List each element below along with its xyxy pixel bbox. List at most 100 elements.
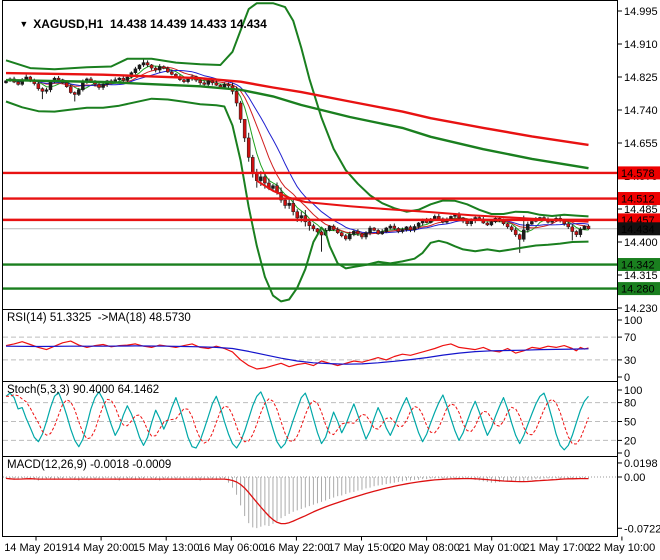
candle-body [510,227,513,230]
candle-body [77,90,80,95]
level-price-badge: 14.512 [618,192,660,206]
rsi-tick-label: 0 [624,372,630,384]
candle-body [207,81,210,84]
price-tick-label: 14.740 [624,105,658,117]
time-tick-label: 14 May 20:00 [68,542,135,554]
candle-body [45,90,48,92]
candle-body [122,78,125,80]
rsi-tick-label: 100 [624,315,642,327]
candle-body [57,78,60,80]
candle-body [417,223,420,226]
candle-body [162,67,165,69]
time-tick-label: 15 May 13:00 [133,542,200,554]
candle-body [49,81,52,90]
symbol-label: XAGUSD,H1 [33,17,103,31]
candle-body [567,224,570,227]
candle-body [154,68,157,70]
candle-body [587,226,590,229]
candle-body [571,227,574,232]
macd-indicator-label: MACD(12,26,9) -0.0018 -0.0009 [7,459,171,471]
candle-body [150,65,153,68]
rsi-tick-label: 30 [624,355,636,367]
candle-body [69,87,72,93]
price-tick-label: 14.230 [624,303,658,315]
candle-body [397,228,400,231]
candle-body [356,231,359,234]
price-tick-label: 14.995 [624,6,658,18]
candle-body [575,232,578,235]
candle-body [377,230,380,233]
ohlc-label: 14.438 14.439 14.433 14.434 [110,17,267,31]
price-badge-label: 14.342 [621,260,655,272]
candle-body [579,229,582,234]
time-tick-label: 14 May 2019 [4,542,68,554]
time-tick-label: 16 May 06:00 [198,542,265,554]
candle-body [437,216,440,218]
candle-body [336,230,339,233]
level-price-badge: 14.342 [618,258,660,272]
candle-body [486,223,489,225]
candle-body [118,78,121,80]
candle-body [187,79,190,82]
macd-tick-label: 0.00 [624,472,645,484]
stoch-tick-label: 50 [624,417,636,429]
time-tick-label: 17 May 15:00 [328,542,395,554]
candle-body [215,83,218,85]
candle-body [381,232,384,234]
candle-body [65,83,68,87]
candle-body [502,221,505,224]
macd-tick-label: 0.0198 [624,458,658,470]
stoch-tick-label: 20 [624,435,636,447]
candle-body [138,65,141,69]
candle-body [340,233,343,236]
stoch-indicator-label: Stoch(5,3,3) 90.4000 64.1462 [7,384,159,396]
candle-body [182,80,185,82]
candle-body [146,63,149,65]
candle-body [223,84,226,87]
chart-window: 14.99514.91014.82514.74014.65514.57014.4… [0,0,660,560]
candle-body [360,234,363,237]
candle-body [332,226,335,229]
candle-body [263,177,266,183]
candle-body [466,221,469,224]
candle-body [373,228,376,230]
price-badge-label: 14.280 [621,284,655,296]
candle-body [514,230,517,235]
candle-body [352,231,355,234]
chart-canvas[interactable]: 14.99514.91014.82514.74014.65514.57014.4… [0,0,660,560]
candle-body [385,228,388,231]
time-tick-label: 22 May 10:00 [589,542,656,554]
candle-body [308,222,311,226]
candle-body [389,226,392,228]
candle-body [142,63,145,65]
candle-body [235,91,238,103]
candle-body [126,77,129,80]
candle-body [300,216,303,218]
candle-body [296,212,299,218]
candle-body [490,222,493,225]
candle-body [41,89,44,92]
level-price-badge: 14.578 [618,166,660,180]
candle-body [211,81,214,83]
candle-body [239,103,242,119]
chart-title-bar: ▼ XAGUSD,H1 14.438 14.439 14.433 14.434 [6,3,267,45]
candle-body [506,224,509,227]
candle-body [199,80,202,83]
time-tick-label: 21 May 01:00 [458,542,525,554]
candle-body [522,230,525,239]
candle-body [328,226,331,230]
collapse-triangle-icon[interactable]: ▼ [19,19,28,29]
candle-body [470,221,473,224]
macd-tick-label: -0.0722 [624,523,660,535]
candle-body [401,230,404,232]
candle-body [158,67,161,70]
candle-body [227,84,230,86]
candle-body [243,119,246,138]
price-badge-label: 14.434 [621,224,655,236]
candle-body [271,186,274,189]
candle-body [134,69,137,73]
time-tick-label: 21 May 17:00 [523,542,590,554]
candle-body [37,84,40,89]
price-badge-label: 14.578 [621,168,655,180]
candle-body [344,236,347,239]
